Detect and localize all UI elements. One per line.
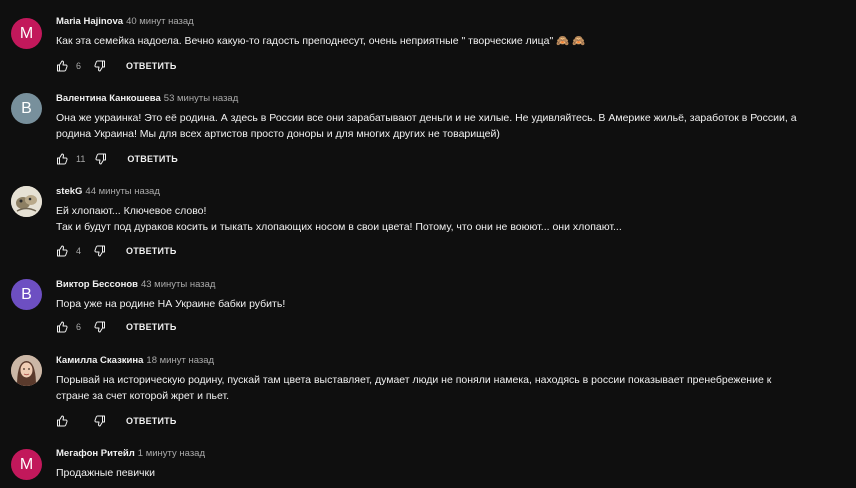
avatar[interactable] <box>11 355 42 386</box>
avatar[interactable] <box>11 186 42 217</box>
comment-author[interactable]: stekG <box>56 186 82 197</box>
comment-line: Пора уже на родине НА Украине бабки руби… <box>56 298 286 310</box>
comment-actions: 6 ОТВЕТИТЬ <box>56 320 177 334</box>
comment-line: Так и будут под дураков косить и тыкать … <box>56 221 622 233</box>
comment-author[interactable]: Валентина Канкошева <box>56 93 161 104</box>
thumbs-down-icon[interactable] <box>94 321 106 333</box>
thumbs-up-icon[interactable] <box>56 321 68 333</box>
comment-text: Как эта семейка надоела. Вечно какую-то … <box>56 33 846 49</box>
thumbs-up-icon[interactable] <box>56 60 68 72</box>
avatar-image <box>11 186 42 217</box>
comment-line: Ей хлопают... Ключевое слово! <box>56 205 207 217</box>
comment-actions: ОТВЕТИТЬ <box>56 414 177 428</box>
avatar[interactable]: М <box>11 449 42 480</box>
comment-author[interactable]: Камилла Сказкина <box>56 355 143 366</box>
comments-section: M Maria Hajinova 40 минут назад Как эта с… <box>0 0 856 488</box>
comment-line: Порывай на историческую родину, пускай т… <box>56 374 772 386</box>
comment-time[interactable]: 53 минуты назад <box>164 93 238 104</box>
thumbs-down-icon[interactable] <box>94 60 106 72</box>
comment-time[interactable]: 40 минут назад <box>126 16 194 27</box>
avatar[interactable]: В <box>11 93 42 124</box>
like-count: 4 <box>76 246 82 256</box>
reply-button[interactable]: ОТВЕТИТЬ <box>126 61 177 71</box>
comment-time[interactable]: 18 минут назад <box>146 355 214 366</box>
comment-line: Она же украинка! Это её родина. А здесь … <box>56 112 797 124</box>
comment-text: Пора уже на родине НА Украине бабки руби… <box>56 296 846 312</box>
comment-time[interactable]: 44 минуты назад <box>85 186 159 197</box>
comment-text: Продажные певички <box>56 465 846 481</box>
comment-time[interactable]: 1 минуту назад <box>138 448 205 459</box>
avatar-letter: В <box>21 99 32 117</box>
avatar-letter: M <box>19 24 34 42</box>
avatar[interactable]: M <box>11 18 42 49</box>
comment-author[interactable]: Maria Hajinova <box>56 16 123 27</box>
comment-line: Как эта семейка надоела. Вечно какую-то … <box>56 35 586 47</box>
comment-author[interactable]: Мегафон Ритейл <box>56 448 135 459</box>
thumbs-down-icon[interactable] <box>95 153 107 165</box>
like-count: 6 <box>76 61 82 71</box>
reply-button[interactable]: ОТВЕТИТЬ <box>127 154 178 164</box>
comment-line: Продажные певички <box>56 467 155 479</box>
comment-text: Ей хлопают... Ключевое слово! Так и буду… <box>56 203 846 235</box>
thumbs-up-icon[interactable] <box>56 415 68 427</box>
thumbs-down-icon[interactable] <box>94 245 106 257</box>
comment-actions: 11 ОТВЕТИТЬ <box>56 152 178 166</box>
reply-button[interactable]: ОТВЕТИТЬ <box>126 246 177 256</box>
comment-author[interactable]: Виктор Бессонов <box>56 279 138 290</box>
comment-line: родина Украина! Мы для всех артистов про… <box>56 128 500 140</box>
comment-line: стране за счет которой жрет и пьет. <box>56 390 230 402</box>
avatar-letter: М <box>19 455 34 473</box>
comment-actions: 6 ОТВЕТИТЬ <box>56 59 177 73</box>
avatar-image <box>11 355 42 386</box>
avatar[interactable]: В <box>11 279 42 310</box>
reply-button[interactable]: ОТВЕТИТЬ <box>126 322 177 332</box>
comment-time[interactable]: 43 минуты назад <box>141 279 215 290</box>
comment-text: Порывай на историческую родину, пускай т… <box>56 372 846 404</box>
thumbs-down-icon[interactable] <box>94 415 106 427</box>
comment-actions: 4 ОТВЕТИТЬ <box>56 244 177 258</box>
thumbs-up-icon[interactable] <box>56 153 68 165</box>
reply-button[interactable]: ОТВЕТИТЬ <box>126 416 177 426</box>
like-count: 6 <box>76 322 82 332</box>
avatar-letter: В <box>21 285 32 303</box>
like-count: 11 <box>76 154 86 164</box>
thumbs-up-icon[interactable] <box>56 245 68 257</box>
comment-text: Она же украинка! Это её родина. А здесь … <box>56 110 846 142</box>
